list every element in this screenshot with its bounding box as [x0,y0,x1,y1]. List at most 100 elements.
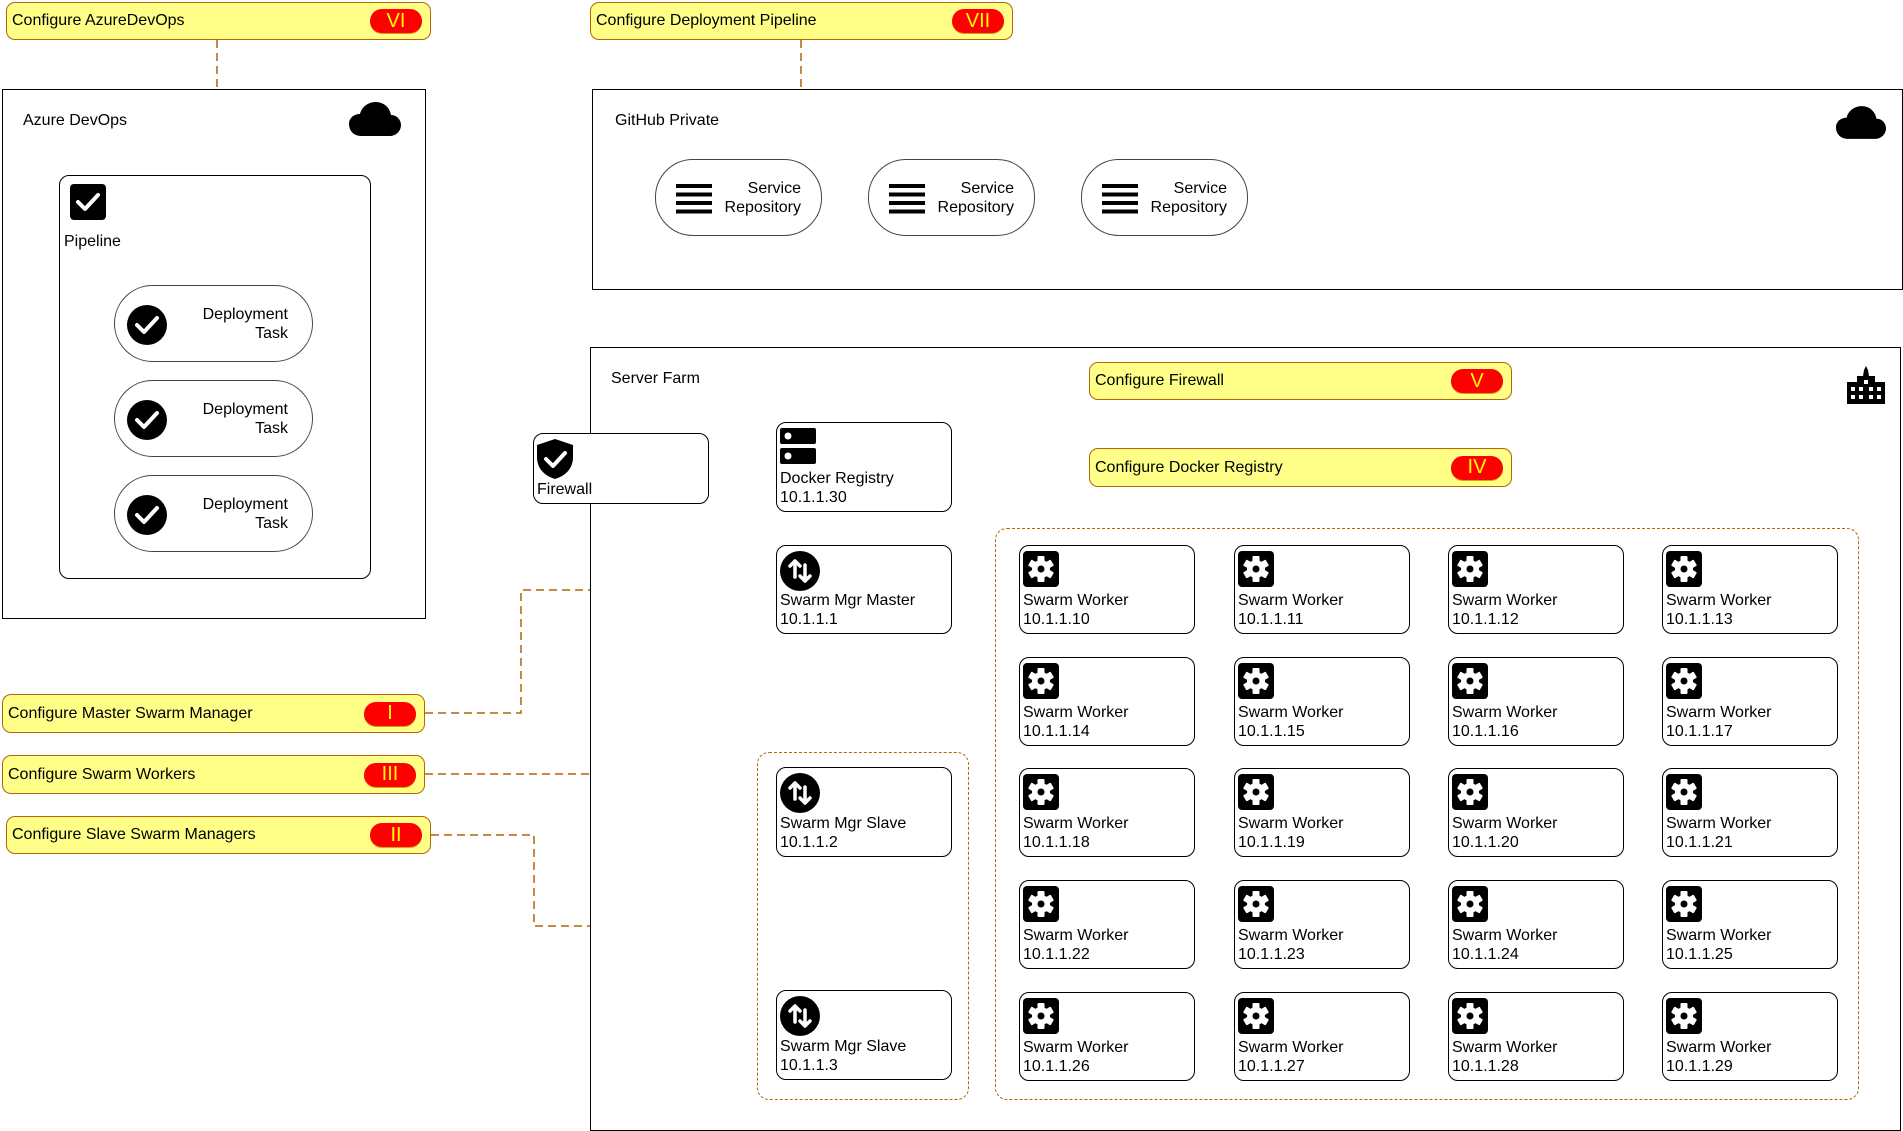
deployment-task[interactable]: Deployment Task [114,475,313,552]
worker-label: Swarm Worker 10.1.1.25 [1666,927,1772,963]
gear-icon [1238,886,1274,927]
gear-icon [1238,663,1274,704]
swarm-worker-node[interactable]: Swarm Worker 10.1.1.10 [1019,545,1195,634]
swap-vertical-icon [780,996,820,1041]
callout-label: Configure Swarm Workers [8,765,196,783]
deployment-task[interactable]: Deployment Task [114,285,313,362]
callout-configure-swarm-workers[interactable]: Configure Swarm Workers III [2,755,425,794]
service-repository[interactable]: Service Repository [1081,159,1248,236]
swarm-worker-node[interactable]: Swarm Worker 10.1.1.14 [1019,657,1195,746]
worker-label: Swarm Worker 10.1.1.23 [1238,927,1344,963]
gear-icon [1238,551,1274,592]
building-icon [1847,366,1885,409]
github-title: GitHub Private [615,112,720,129]
step-badge: IV [1451,455,1503,480]
worker-label: Swarm Worker 10.1.1.12 [1452,592,1558,628]
gear-icon [1452,998,1488,1039]
worker-label: Swarm Worker 10.1.1.26 [1023,1039,1129,1075]
shield-check-icon [537,439,573,484]
callout-configure-deployment-pipeline[interactable]: Configure Deployment Pipeline VII [590,2,1013,40]
gear-icon [1238,774,1274,815]
callout-configure-firewall[interactable]: Configure Firewall V [1089,362,1512,400]
cloud-icon [1836,106,1886,144]
worker-label: Swarm Worker 10.1.1.19 [1238,815,1344,851]
slave-label: Swarm Mgr Slave 10.1.1.2 [780,815,907,851]
repository-label: Service Repository [724,179,801,216]
swarm-worker-node[interactable]: Swarm Worker 10.1.1.25 [1662,880,1838,969]
firewall-label: Firewall [537,481,593,498]
callout-label: Configure Slave Swarm Managers [12,826,256,843]
swarm-worker-node[interactable]: Swarm Worker 10.1.1.28 [1448,992,1624,1081]
slave-label: Swarm Mgr Slave 10.1.1.3 [780,1038,907,1074]
swarm-worker-node[interactable]: Swarm Worker 10.1.1.13 [1662,545,1838,634]
worker-label: Swarm Worker 10.1.1.21 [1666,815,1772,851]
step-badge: VI [370,9,422,33]
callout-label: Configure Docker Registry [1095,458,1283,476]
callout-label: Configure AzureDevOps [12,12,185,29]
step-badge: V [1451,369,1503,393]
worker-label: Swarm Worker 10.1.1.10 [1023,592,1129,628]
worker-label: Swarm Worker 10.1.1.29 [1666,1039,1772,1075]
worker-label: Swarm Worker 10.1.1.28 [1452,1039,1558,1075]
swarm-worker-node[interactable]: Swarm Worker 10.1.1.22 [1019,880,1195,969]
master-label: Swarm Mgr Master 10.1.1.1 [780,592,916,628]
service-repository[interactable]: Service Repository [868,159,1035,236]
swarm-mgr-slave-node[interactable]: Swarm Mgr Slave 10.1.1.2 [776,767,952,857]
worker-label: Swarm Worker 10.1.1.17 [1666,704,1772,740]
gear-icon [1666,886,1702,927]
callout-configure-master-swarm-manager[interactable]: Configure Master Swarm Manager I [2,694,425,733]
swarm-mgr-master-node[interactable]: Swarm Mgr Master 10.1.1.1 [776,545,952,634]
swarm-worker-node[interactable]: Swarm Worker 10.1.1.12 [1448,545,1624,634]
callout-configure-azure-devops[interactable]: Configure AzureDevOps VI [6,2,431,40]
swarm-worker-node[interactable]: Swarm Worker 10.1.1.15 [1234,657,1410,746]
deployment-task[interactable]: Deployment Task [114,380,313,457]
server-farm-title: Server Farm [611,370,700,387]
list-icon [889,184,925,219]
worker-label: Swarm Worker 10.1.1.15 [1238,704,1344,740]
pipeline-label: Pipeline [64,233,121,250]
gear-icon [1023,663,1059,704]
task-label: Deployment Task [202,305,288,342]
repository-label: Service Repository [937,179,1014,216]
gear-icon [1023,886,1059,927]
swarm-worker-node[interactable]: Swarm Worker 10.1.1.24 [1448,880,1624,969]
repository-label: Service Repository [1150,179,1227,216]
docker-registry-label: Docker Registry 10.1.1.30 [780,470,894,506]
swarm-worker-node[interactable]: Swarm Worker 10.1.1.23 [1234,880,1410,969]
worker-label: Swarm Worker 10.1.1.16 [1452,704,1558,740]
swarm-worker-node[interactable]: Swarm Worker 10.1.1.16 [1448,657,1624,746]
service-repository[interactable]: Service Repository [655,159,822,236]
worker-label: Swarm Worker 10.1.1.27 [1238,1039,1344,1075]
gear-icon [1666,551,1702,592]
gear-icon [1666,663,1702,704]
list-icon [1102,184,1138,219]
swarm-worker-node[interactable]: Swarm Worker 10.1.1.21 [1662,768,1838,857]
callout-configure-slave-swarm-managers[interactable]: Configure Slave Swarm Managers II [6,816,431,854]
swarm-worker-node[interactable]: Swarm Worker 10.1.1.11 [1234,545,1410,634]
swap-vertical-icon [780,551,820,596]
swarm-worker-node[interactable]: Swarm Worker 10.1.1.20 [1448,768,1624,857]
swarm-worker-node[interactable]: Swarm Worker 10.1.1.27 [1234,992,1410,1081]
task-label: Deployment Task [202,400,288,437]
firewall-node[interactable]: Firewall [533,433,709,504]
worker-label: Swarm Worker 10.1.1.11 [1238,592,1344,628]
azure-devops-title: Azure DevOps [23,112,128,129]
gear-icon [1666,998,1702,1039]
gear-icon [1023,774,1059,815]
worker-label: Swarm Worker 10.1.1.18 [1023,815,1129,851]
worker-label: Swarm Worker 10.1.1.22 [1023,927,1129,963]
swarm-worker-node[interactable]: Swarm Worker 10.1.1.26 [1019,992,1195,1081]
docker-registry-node[interactable]: Docker Registry 10.1.1.30 [776,422,952,512]
check-circle-icon [127,495,167,540]
swarm-worker-node[interactable]: Swarm Worker 10.1.1.19 [1234,768,1410,857]
callout-configure-docker-registry[interactable]: Configure Docker Registry IV [1089,448,1512,487]
gear-icon [1452,774,1488,815]
cloud-icon [349,102,401,141]
swarm-mgr-slave-node[interactable]: Swarm Mgr Slave 10.1.1.3 [776,990,952,1080]
gear-icon [1452,551,1488,592]
swarm-worker-node[interactable]: Swarm Worker 10.1.1.17 [1662,657,1838,746]
swap-vertical-icon [780,773,820,818]
swarm-worker-node[interactable]: Swarm Worker 10.1.1.18 [1019,768,1195,857]
step-badge: II [370,823,422,847]
swarm-worker-node[interactable]: Swarm Worker 10.1.1.29 [1662,992,1838,1081]
